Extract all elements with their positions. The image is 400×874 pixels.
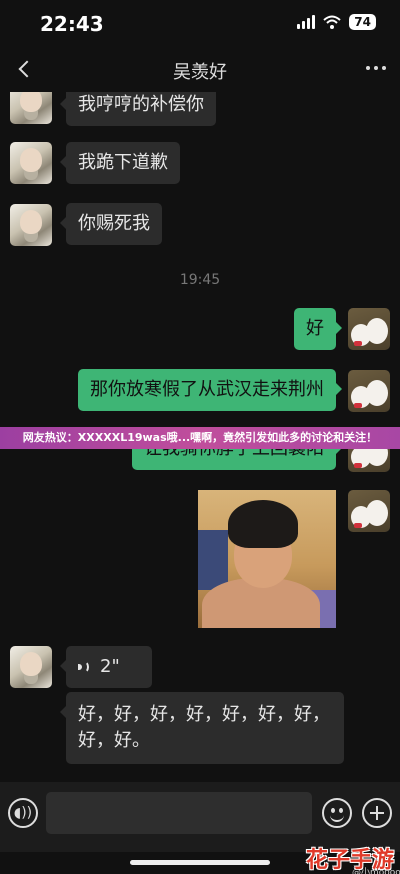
status-time: 22:43 xyxy=(40,12,104,36)
contact-avatar[interactable] xyxy=(10,92,52,124)
photo-detail xyxy=(198,530,228,590)
voice-message[interactable]: 2" xyxy=(60,646,152,688)
user-avatar[interactable] xyxy=(348,370,390,412)
message-bubble-incoming[interactable]: 好，好，好，好，好，好，好，好，好。 xyxy=(60,692,344,764)
more-icon-dot xyxy=(382,66,386,70)
user-avatar[interactable] xyxy=(348,308,390,350)
message-bubble-incoming[interactable]: 你赐死我 xyxy=(60,203,162,245)
battery-indicator: 74 xyxy=(349,14,376,30)
message-bubble-incoming[interactable]: 我跪下道歉 xyxy=(60,142,180,184)
message-bubble-outgoing[interactable]: 那你放寒假了从武汉走来荆州 xyxy=(78,369,342,411)
watermark-handle: @小moooo~ xyxy=(352,868,400,874)
more-icon-dot xyxy=(366,66,370,70)
contact-avatar[interactable] xyxy=(10,142,52,184)
status-icons: 74 xyxy=(297,14,376,30)
plus-button[interactable] xyxy=(362,798,392,828)
photo-person xyxy=(228,500,298,548)
contact-avatar[interactable] xyxy=(10,204,52,246)
user-avatar[interactable] xyxy=(348,490,390,532)
message-timestamp: 19:45 xyxy=(179,272,221,288)
message-bubble-outgoing[interactable]: 好 xyxy=(294,308,342,350)
wifi-icon xyxy=(323,15,341,29)
status-bar: 22:43 74 xyxy=(0,0,400,48)
more-button[interactable] xyxy=(366,60,386,76)
voice-duration: 2" xyxy=(100,656,120,677)
voice-input-icon: ◖)) xyxy=(13,805,33,821)
message-bubble-incoming[interactable]: 我哼哼的补偿你 xyxy=(60,92,216,126)
news-banner-overlay[interactable]: 网友热议：XXXXXL19was哦...嘿啊，竟然引发如此多的讨论和关注！ xyxy=(0,427,400,449)
message-input[interactable] xyxy=(46,792,312,834)
voice-wave-icon xyxy=(78,658,92,676)
chat-title: 吴羡好 xyxy=(173,62,227,83)
home-indicator xyxy=(130,860,270,865)
more-icon-dot xyxy=(374,66,378,70)
chat-header: 吴羡好 xyxy=(0,48,400,92)
image-message[interactable] xyxy=(198,490,336,628)
emoji-button[interactable] xyxy=(322,798,352,828)
signal-icon xyxy=(297,15,316,29)
contact-avatar[interactable] xyxy=(10,646,52,688)
voice-input-button[interactable]: ◖)) xyxy=(8,798,38,828)
